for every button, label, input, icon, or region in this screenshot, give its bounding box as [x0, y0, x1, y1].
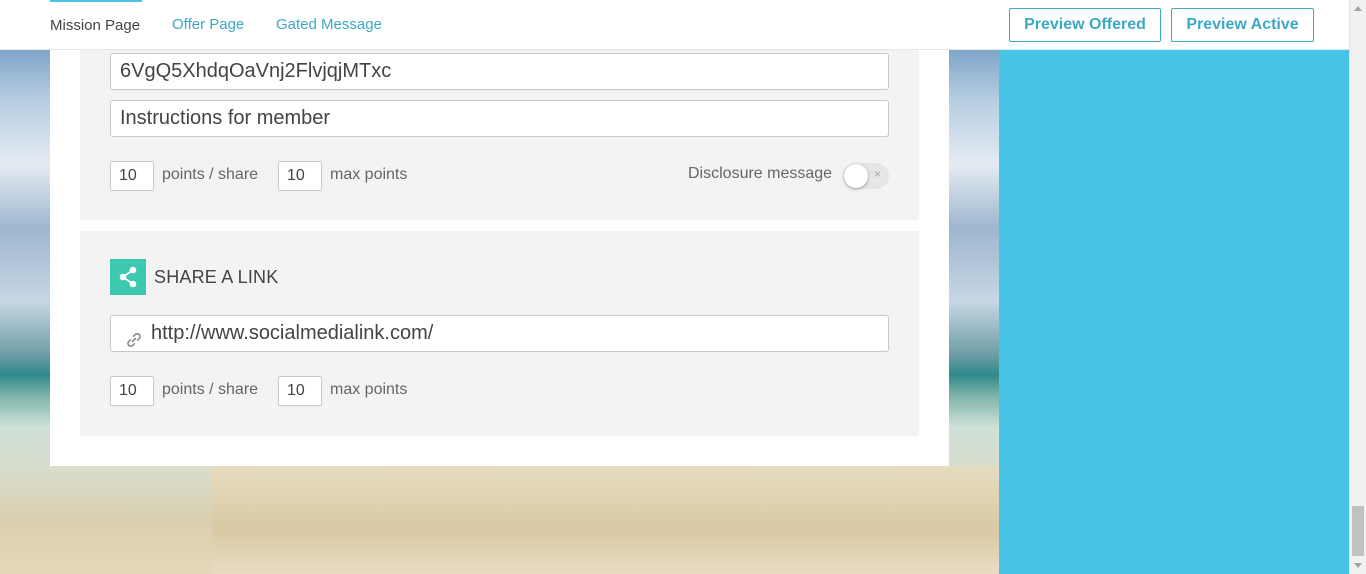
scroll-thumb[interactable] [1352, 506, 1364, 556]
tab-mission-page[interactable]: Mission Page [50, 0, 142, 50]
toggle-knob [844, 164, 868, 188]
preview-offered-button[interactable]: Preview Offered [1009, 8, 1161, 42]
link-url-input[interactable]: http://www.socialmedialink.com/ [110, 315, 889, 352]
max-points-label: max points [330, 166, 408, 183]
points-per-share-label: points / share [162, 166, 259, 183]
beach-background-sand [212, 466, 999, 574]
disclosure-message-toggle[interactable]: × [843, 163, 889, 189]
link-url-value: http://www.socialmedialink.com/ [151, 322, 434, 344]
share-section-1: 6VgQ5XhdqOaVnj2FlvjqjMTxc Instructions f… [80, 50, 919, 220]
instructions-input[interactable]: Instructions for member [110, 100, 889, 137]
close-icon: × [873, 167, 881, 181]
share-icon [110, 259, 146, 295]
tab-gated-message[interactable]: Gated Message [276, 0, 382, 50]
page-scrollbar[interactable] [1349, 0, 1366, 574]
share-code-input[interactable]: 6VgQ5XhdqOaVnj2FlvjqjMTxc [110, 53, 889, 90]
scroll-up-arrow[interactable] [1354, 6, 1362, 11]
points-per-share-input[interactable]: 10 [110, 376, 154, 406]
tab-label: Gated Message [276, 16, 382, 33]
max-points-input[interactable]: 10 [278, 376, 322, 406]
disclosure-message-label: Disclosure message [688, 165, 833, 182]
tab-offer-page[interactable]: Offer Page [172, 0, 244, 50]
section-title: SHARE A LINK [154, 267, 279, 287]
tab-label: Mission Page [50, 17, 141, 34]
top-nav-bar: Mission Page Offer Page Gated Message Pr… [0, 0, 1349, 50]
link-icon [125, 326, 143, 361]
points-per-share-input[interactable]: 10 [110, 161, 154, 191]
mission-card: 6VgQ5XhdqOaVnj2FlvjqjMTxc Instructions f… [50, 50, 949, 466]
max-points-label: max points [330, 381, 408, 398]
points-per-share-label: points / share [162, 381, 259, 398]
share-link-section: SHARE A LINK http://www.socialmedialink.… [80, 231, 919, 436]
scroll-down-arrow[interactable] [1354, 563, 1362, 568]
tab-label: Offer Page [172, 16, 245, 33]
preview-active-button[interactable]: Preview Active [1171, 8, 1314, 42]
max-points-input[interactable]: 10 [278, 161, 322, 191]
preview-panel [999, 50, 1349, 574]
